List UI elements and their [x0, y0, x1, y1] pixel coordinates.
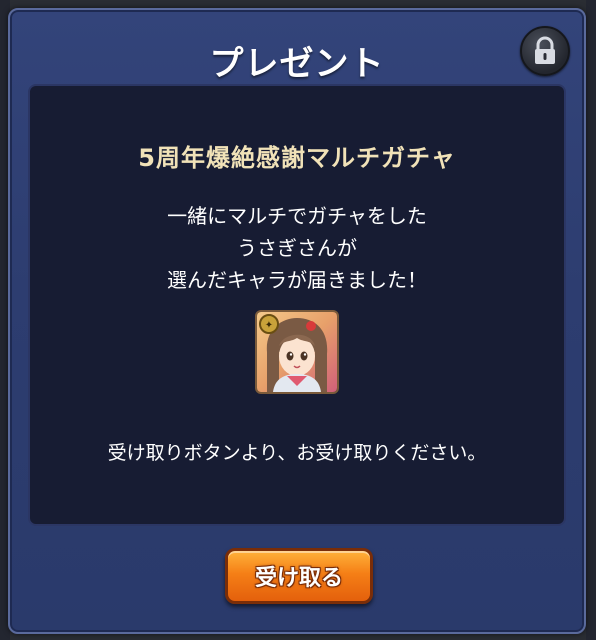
dialog-title: プレゼント [209, 44, 385, 84]
present-dialog: プレゼント 5周年爆絶感謝マルチガチャ 一緒にマルチでガチャをした うさぎさんが… [8, 8, 586, 634]
svg-text:✦: ✦ [265, 320, 273, 331]
message-text: 一緒にマルチでガチャをした うさぎさんが 選んだキャラが届きました！ [30, 200, 564, 296]
background-strip-right [586, 0, 596, 640]
lock-button[interactable] [520, 26, 570, 76]
receive-button[interactable]: 受け取る [225, 548, 373, 604]
gacha-title: 5周年爆絶感謝マルチガチャ [138, 144, 456, 172]
character-portrait-icon: ✦ [255, 310, 339, 394]
lock-icon [535, 36, 555, 64]
message-line-3: 選んだキャラが届きました！ [167, 268, 427, 292]
receive-instruction: 受け取りボタンより、お受け取りください。 [107, 442, 487, 464]
content-panel: 5周年爆絶感謝マルチガチャ 一緒にマルチでガチャをした うさぎさんが 選んだキャ… [28, 84, 566, 526]
message-line-1: 一緒にマルチでガチャをした [167, 204, 427, 228]
receive-button-label: 受け取る [254, 566, 343, 591]
message-line-2: うさぎさんが [237, 236, 357, 260]
